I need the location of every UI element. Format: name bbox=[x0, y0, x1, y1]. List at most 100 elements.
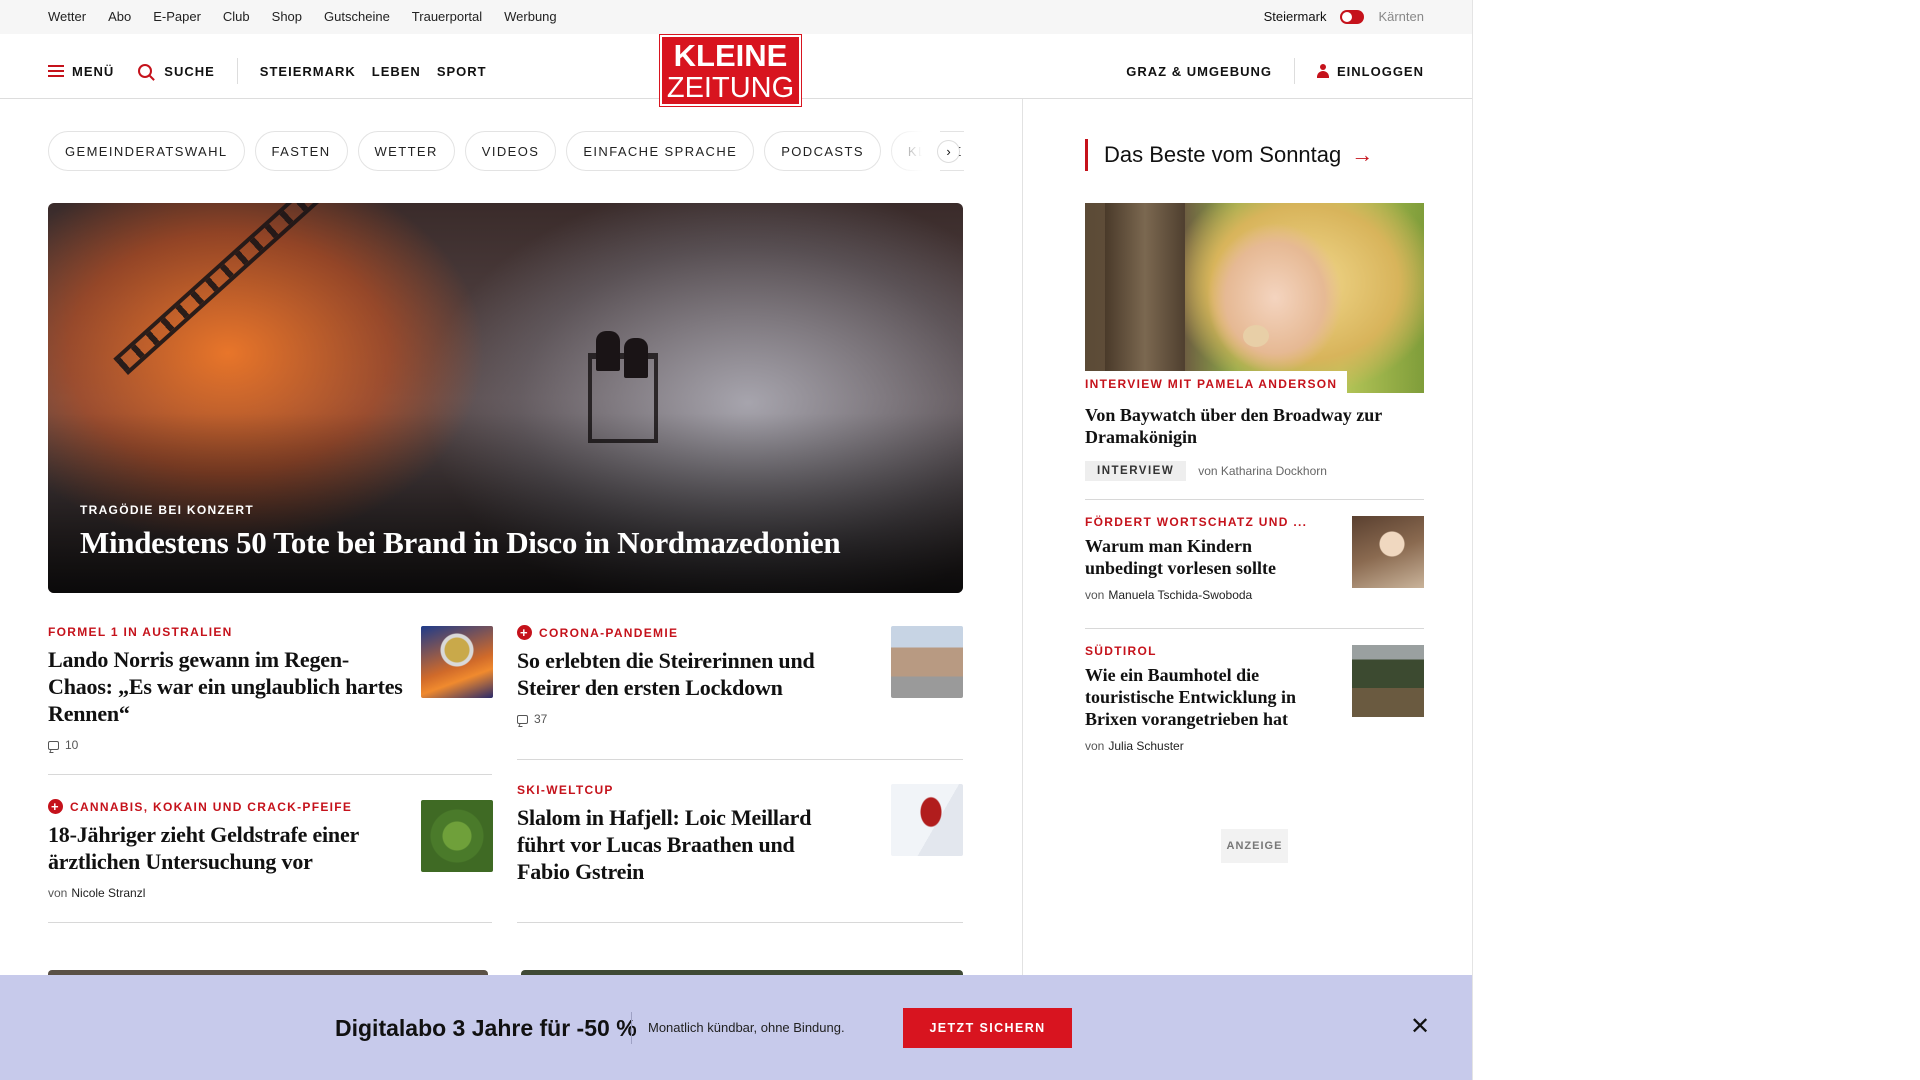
author-name[interactable]: Manuela Tschida-Swoboda bbox=[1108, 588, 1252, 602]
nav-leben[interactable]: LEBEN bbox=[372, 64, 421, 79]
featured-image-apple bbox=[1243, 325, 1269, 347]
utility-link-shop[interactable]: Shop bbox=[272, 9, 302, 24]
comment-icon bbox=[48, 740, 59, 750]
article-kicker: FORMEL 1 IN AUSTRALIEN bbox=[48, 625, 233, 639]
hero-article[interactable]: TRAGÖDIE BEI KONZERT Mindestens 50 Tote … bbox=[48, 203, 963, 593]
region-link-graz[interactable]: GRAZ & UMGEBUNG bbox=[1126, 64, 1272, 79]
promo-divider bbox=[631, 1012, 632, 1044]
region-kaernten[interactable]: Kärnten bbox=[1378, 9, 1424, 24]
article-meta: 10 bbox=[48, 738, 403, 752]
utility-link-wetter[interactable]: Wetter bbox=[48, 9, 86, 24]
row-divider bbox=[48, 922, 492, 923]
column-divider bbox=[1022, 99, 1023, 975]
author-name[interactable]: Nicole Stranzl bbox=[71, 886, 145, 900]
premium-plus-icon: + bbox=[517, 625, 532, 640]
ad-label: ANZEIGE bbox=[1221, 829, 1288, 863]
pill-einfache-sprache[interactable]: EINFACHE SPRACHE bbox=[566, 131, 755, 171]
featured-kicker: INTERVIEW MIT PAMELA ANDERSON bbox=[1085, 371, 1348, 395]
premium-plus-icon: + bbox=[48, 799, 63, 814]
region-toggle[interactable] bbox=[1340, 9, 1365, 24]
article-teaser-lockdown[interactable]: + CORONA-PANDEMIE So erlebten die Steire… bbox=[517, 625, 857, 726]
comment-count: 10 bbox=[65, 738, 79, 752]
comment-icon bbox=[517, 714, 528, 724]
author-prefix: von bbox=[48, 886, 68, 900]
menu-label: MENÜ bbox=[72, 63, 115, 79]
article-meta: von Nicole Stranzl bbox=[48, 886, 403, 900]
utility-link-gutscheine[interactable]: Gutscheine bbox=[324, 9, 390, 24]
sidebar-article-baumhotel[interactable]: SÜDTIROL Wie ein Baumhotel die touristis… bbox=[1085, 644, 1325, 753]
article-teaser-norris[interactable]: FORMEL 1 IN AUSTRALIEN Lando Norris gewa… bbox=[48, 625, 403, 752]
pill-gemeinderatswahl[interactable]: GEMEINDERATSWAHL bbox=[48, 131, 245, 171]
article-thumbnail-slalom[interactable] bbox=[891, 784, 963, 856]
search-button[interactable]: SUCHE bbox=[138, 64, 215, 79]
promo-subtext: Monatlich kündbar, ohne Bindung. bbox=[648, 1020, 845, 1035]
sidebar-thumbnail-baumhotel[interactable] bbox=[1352, 645, 1424, 717]
utility-link-trauerportal[interactable]: Trauerportal bbox=[412, 9, 482, 24]
sidebar-heading: Das Beste vom Sonntag bbox=[1104, 142, 1342, 167]
utility-link-abo[interactable]: Abo bbox=[108, 9, 131, 24]
site-page: Wetter Abo E-Paper Club Shop Gutscheine … bbox=[0, 0, 1472, 1080]
author-name[interactable]: Julia Schuster bbox=[1108, 739, 1183, 753]
pills-next-chevron-icon[interactable]: › bbox=[937, 140, 960, 163]
user-icon bbox=[1316, 64, 1329, 78]
featured-meta: INTERVIEW von Katharina Dockhorn bbox=[1085, 461, 1327, 481]
row-divider bbox=[517, 759, 963, 760]
utility-link-werbung[interactable]: Werbung bbox=[504, 9, 557, 24]
featured-byline: von Katharina Dockhorn bbox=[1198, 464, 1327, 478]
menu-button[interactable]: MENÜ bbox=[48, 64, 114, 79]
region-steiermark[interactable]: Steiermark bbox=[1264, 9, 1327, 24]
article-thumbnail-lockdown[interactable] bbox=[891, 626, 963, 698]
sidebar-heading-link[interactable]: Das Beste vom Sonntag → bbox=[1085, 139, 1373, 171]
featured-title[interactable]: Von Baywatch über den Broadway zur Drama… bbox=[1085, 404, 1385, 448]
promo-headline: Digitalabo 3 Jahre für -50 % bbox=[335, 1015, 637, 1041]
close-icon[interactable]: ✕ bbox=[1407, 1014, 1433, 1040]
row-divider bbox=[48, 774, 492, 775]
promo-cta-button[interactable]: JETZT SICHERN bbox=[903, 1008, 1072, 1048]
article-title: So erlebten die Steirerinnen und Steirer… bbox=[517, 648, 815, 700]
logo-line-1: KLEINE bbox=[673, 38, 788, 73]
article-meta: 37 bbox=[517, 712, 857, 726]
login-button[interactable]: EINLOGGEN bbox=[1337, 64, 1424, 79]
pill-podcasts[interactable]: PODCASTS bbox=[764, 131, 881, 171]
logo-line-2: ZEITUNG bbox=[666, 72, 795, 104]
search-label: SUCHE bbox=[164, 63, 215, 79]
article-teaser-slalom[interactable]: SKI-WELTCUP Slalom in Hafjell: Loic Meil… bbox=[517, 783, 837, 885]
hero-title: Mindestens 50 Tote bei Brand in Disco in… bbox=[80, 525, 841, 560]
header-divider-right bbox=[1293, 58, 1295, 84]
nav-steiermark[interactable]: STEIERMARK bbox=[260, 64, 356, 79]
nav-sport[interactable]: SPORT bbox=[437, 64, 487, 79]
sidebar-article-vorlesen[interactable]: FÖRDERT WORTSCHATZ UND ... Warum man Kin… bbox=[1085, 515, 1325, 602]
featured-image[interactable] bbox=[1085, 203, 1424, 393]
sidebar-kicker: FÖRDERT WORTSCHATZ UND ... bbox=[1085, 515, 1308, 529]
pill-videos[interactable]: VIDEOS bbox=[464, 131, 557, 171]
arrow-right-icon: → bbox=[1351, 142, 1374, 167]
search-icon bbox=[138, 64, 153, 78]
featured-image-tree bbox=[1105, 203, 1185, 393]
main-header: MENÜ SUCHE STEIERMARK LEBEN SPORT KLEINE… bbox=[0, 34, 1472, 106]
section-nav: STEIERMARK LEBEN SPORT bbox=[260, 64, 487, 79]
interview-badge: INTERVIEW bbox=[1085, 461, 1187, 481]
utility-link-club[interactable]: Club bbox=[223, 9, 250, 24]
utility-bar: Wetter Abo E-Paper Club Shop Gutscheine … bbox=[0, 0, 1472, 34]
kleine-zeitung-logo[interactable]: KLEINE ZEITUNG bbox=[660, 35, 801, 106]
article-title: 18-Jähriger zieht Geldstrafe einer ärztl… bbox=[48, 822, 359, 874]
article-kicker: SKI-WELTCUP bbox=[517, 783, 614, 797]
article-kicker: + CORONA-PANDEMIE bbox=[517, 625, 857, 640]
sidebar-divider bbox=[1085, 628, 1424, 629]
sidebar-title: Warum man Kindern unbedingt vorlesen sol… bbox=[1085, 536, 1277, 578]
sidebar-thumbnail-vorlesen[interactable] bbox=[1352, 516, 1424, 588]
sidebar-title: Wie ein Baumhotel die touristische Entwi… bbox=[1085, 665, 1297, 729]
article-thumbnail-cannabis[interactable] bbox=[421, 800, 493, 872]
hero-image-firefighter bbox=[596, 331, 620, 371]
sidebar-meta: von Manuela Tschida-Swoboda bbox=[1085, 588, 1325, 602]
article-kicker: + CANNABIS, KOKAIN UND CRACK-PFEIFE bbox=[48, 799, 403, 814]
article-thumbnail-norris[interactable] bbox=[421, 626, 493, 698]
pill-fasten[interactable]: FASTEN bbox=[254, 131, 348, 171]
sidebar-divider bbox=[1085, 499, 1424, 500]
hamburger-icon bbox=[48, 65, 64, 77]
utility-link-epaper[interactable]: E-Paper bbox=[153, 9, 201, 24]
sidebar-meta: von Julia Schuster bbox=[1085, 739, 1325, 753]
article-title: Slalom in Hafjell: Loic Meillard führt v… bbox=[517, 805, 812, 884]
pill-wetter[interactable]: WETTER bbox=[357, 131, 455, 171]
article-teaser-cannabis[interactable]: + CANNABIS, KOKAIN UND CRACK-PFEIFE 18-J… bbox=[48, 799, 403, 900]
